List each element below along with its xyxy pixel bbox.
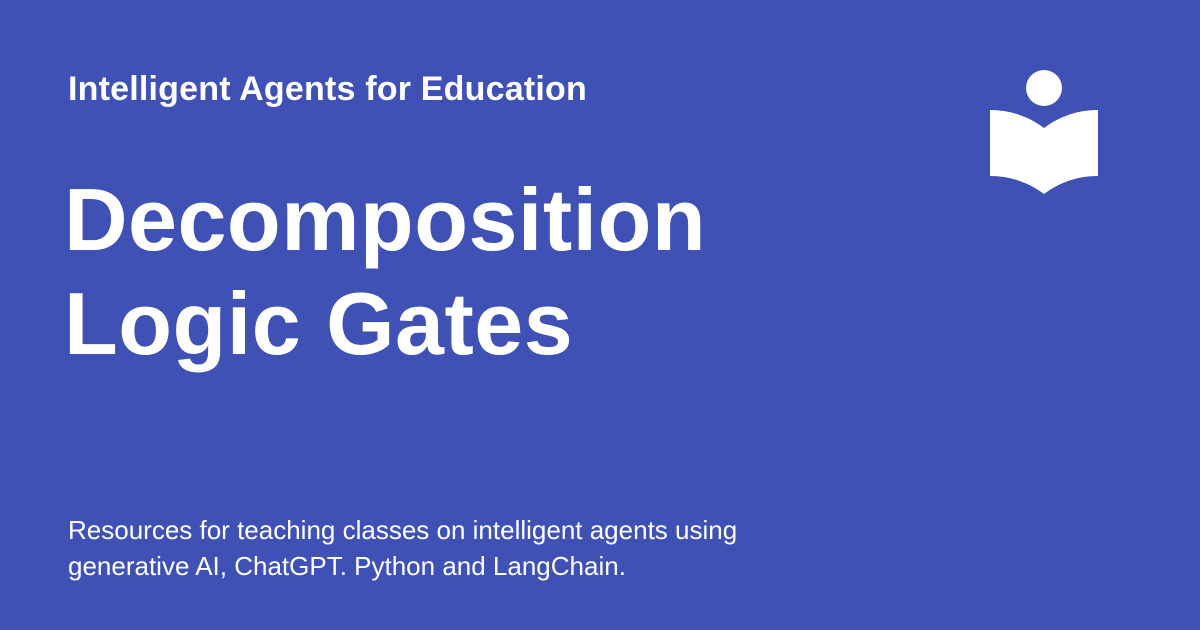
page-title: Decomposition Logic Gates [64,168,944,376]
book-reader-icon [990,70,1098,194]
description-line-1: Resources for teaching classes on intell… [68,515,738,545]
social-card: Intelligent Agents for Education Decompo… [0,0,1200,630]
open-book [990,110,1098,194]
page-title-line-1: Decomposition [64,170,707,269]
reader-head [1026,70,1062,106]
site-name: Intelligent Agents for Education [68,70,587,108]
page-description: Resources for teaching classes on intell… [68,512,828,584]
description-line-2: generative AI, ChatGPT. Python and LangC… [68,551,626,581]
page-title-line-2: Logic Gates [64,274,574,373]
